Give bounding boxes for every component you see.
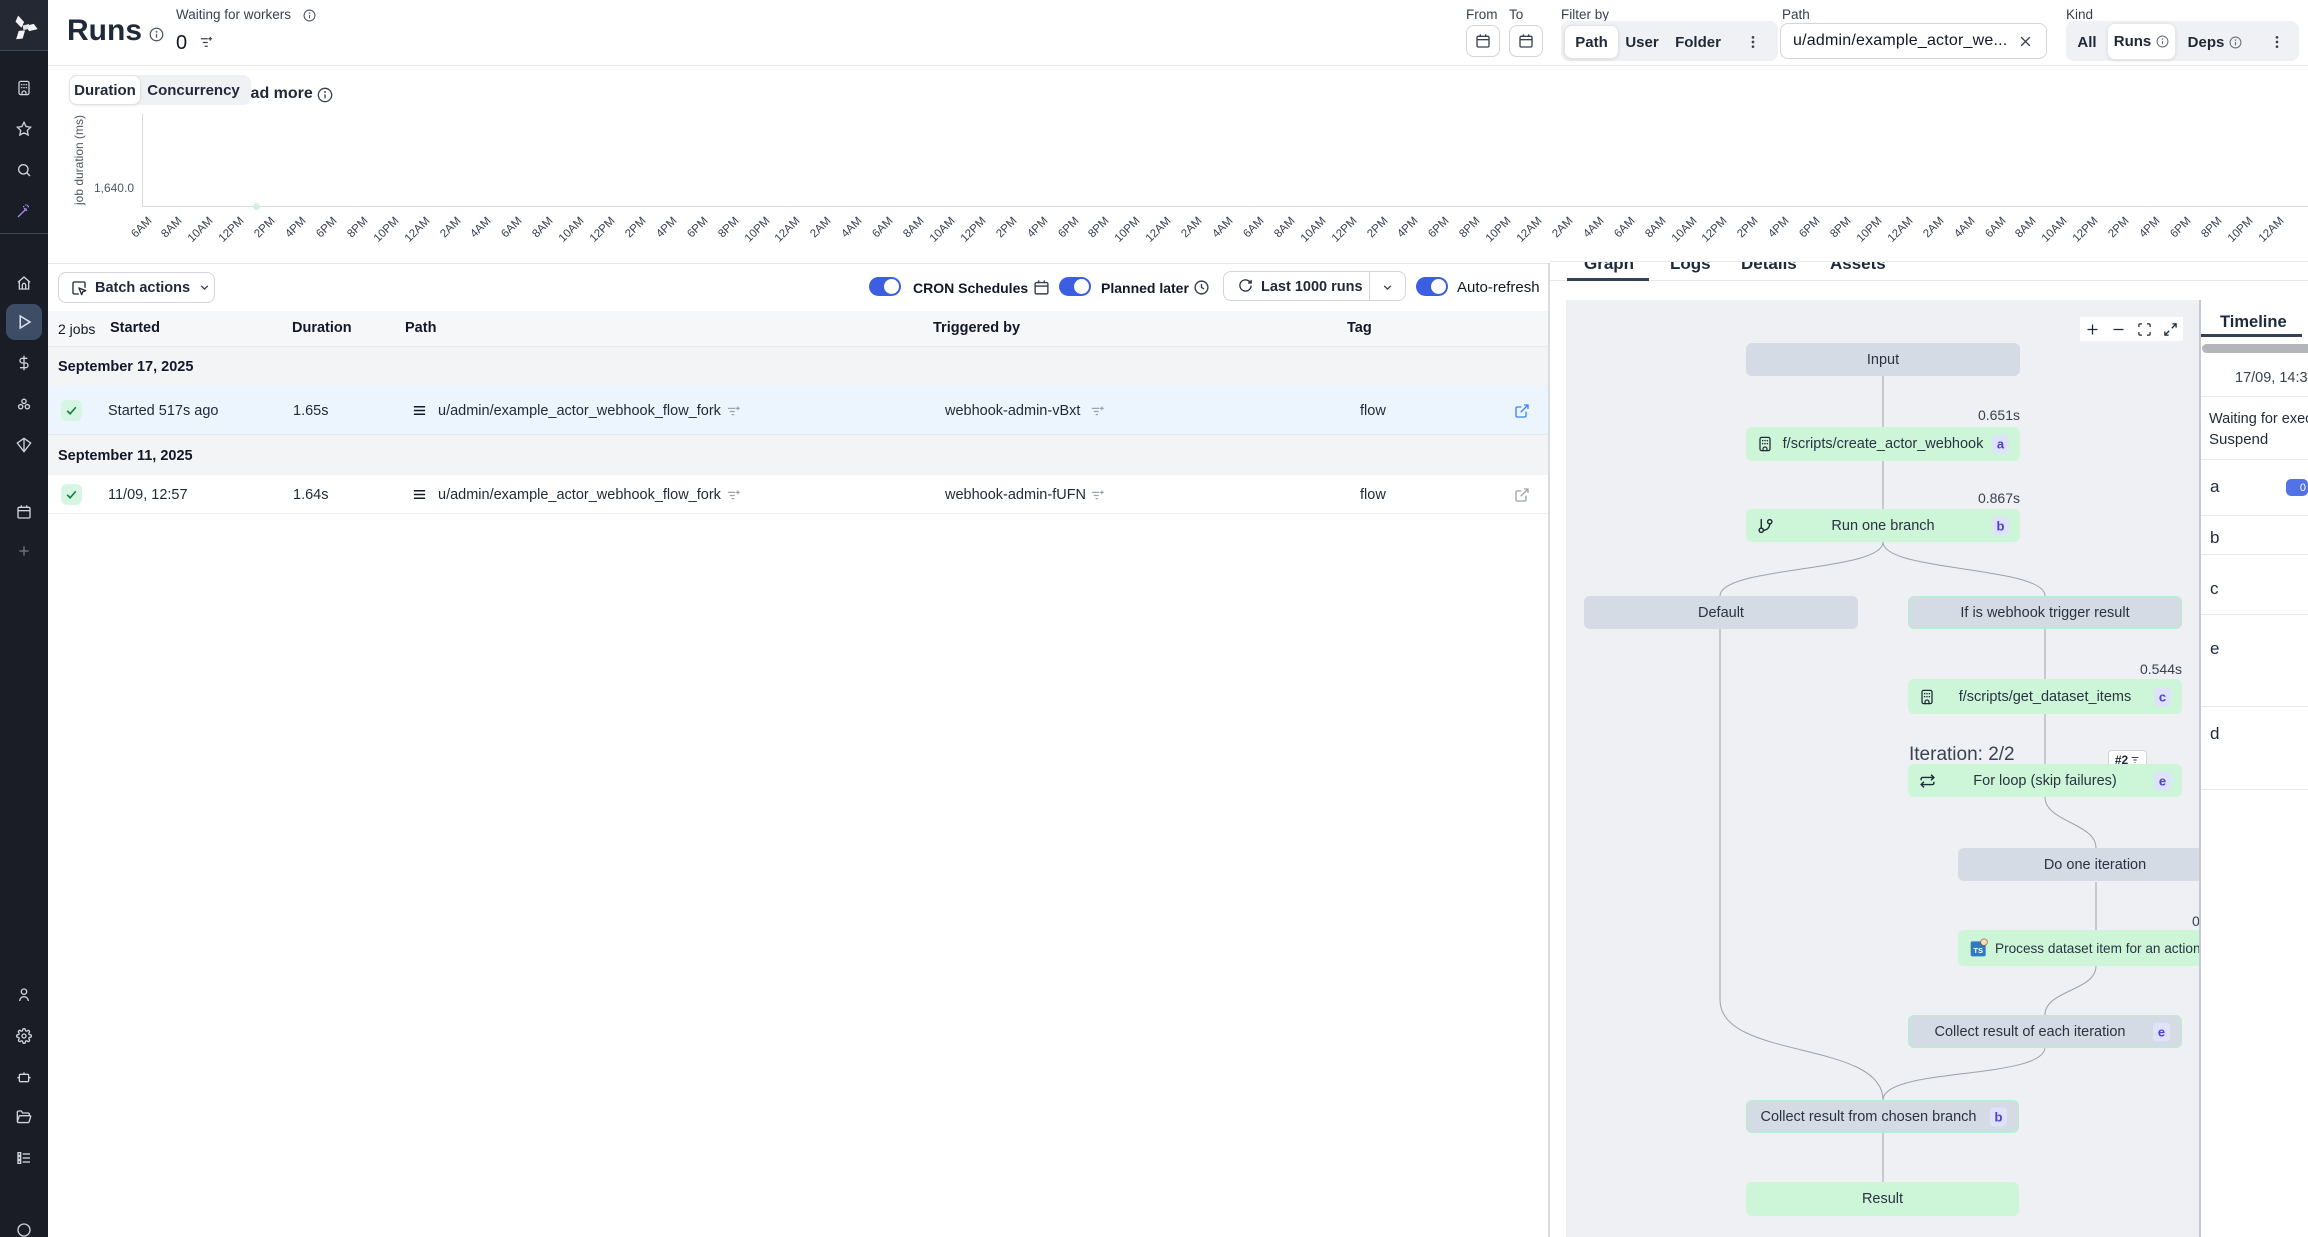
svg-text:TS: TS	[1973, 946, 1983, 955]
